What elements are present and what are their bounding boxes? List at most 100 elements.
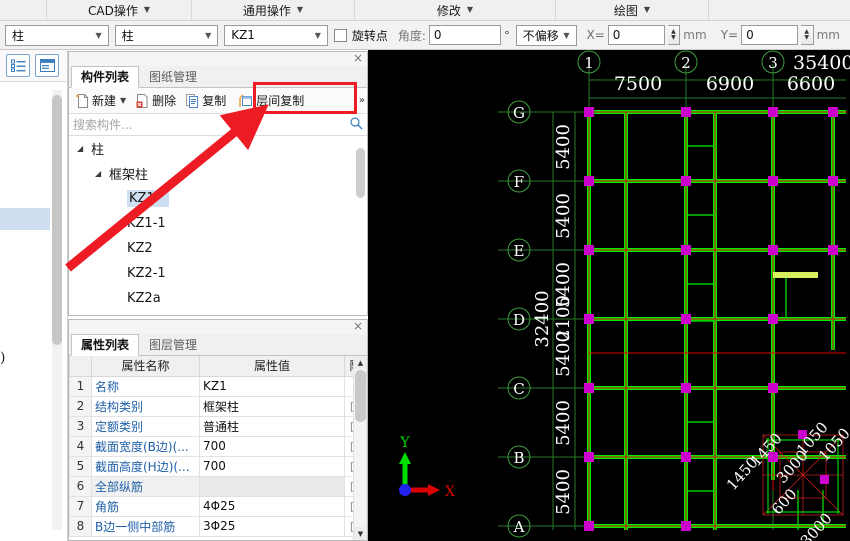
dim-text-h: 6600 bbox=[787, 73, 835, 95]
row-index: 6 bbox=[69, 475, 92, 497]
y-offset-spinner[interactable]: ▲ ▼ bbox=[800, 25, 814, 45]
row-property-name: 定额类别 bbox=[91, 415, 200, 437]
layer-copy-button[interactable]: 层间复制 bbox=[235, 90, 308, 112]
table-view-icon[interactable] bbox=[35, 54, 59, 77]
ribbon-tab-modify[interactable]: 修改 ▼ bbox=[355, 0, 555, 21]
tree-node-kz2-1[interactable]: KZ2-1 bbox=[69, 261, 367, 286]
tree-node-kz2a[interactable]: KZ2a bbox=[69, 286, 367, 311]
chevron-down-icon: ▼ bbox=[314, 30, 321, 40]
grid-label-h: 1 bbox=[584, 54, 594, 72]
layer-copy-icon bbox=[239, 94, 253, 108]
row-property-value[interactable]: 4Φ25 bbox=[199, 495, 345, 517]
tree-node-kz1[interactable]: KZ1 bbox=[69, 186, 367, 211]
x-offset-spinner[interactable]: ▲ ▼ bbox=[667, 25, 681, 45]
row-property-value[interactable]: 普通柱 bbox=[199, 415, 345, 437]
grid-label-v: E bbox=[514, 242, 525, 260]
table-row[interactable]: 6 全部纵筋 □ bbox=[69, 475, 367, 497]
table-row[interactable]: 7 角筋 4Φ25 □ bbox=[69, 495, 367, 517]
cad-drawing-canvas[interactable]: 1 2 3 7500 6900 6600 35400 G F E D C B A… bbox=[368, 50, 850, 541]
new-component-button[interactable]: 新建 ▼ bbox=[72, 90, 130, 112]
tab-drawing-management[interactable]: 图纸管理 bbox=[139, 66, 207, 88]
ribbon-tab-cad-operations[interactable]: CAD操作 ▼ bbox=[47, 0, 191, 21]
close-icon[interactable]: × bbox=[353, 51, 363, 65]
type-combo[interactable]: 柱 ▼ bbox=[114, 24, 219, 46]
highlighted-beam bbox=[773, 272, 818, 278]
category-combo[interactable]: 柱 ▼ bbox=[5, 24, 109, 46]
list-view-icon[interactable] bbox=[6, 54, 30, 77]
copy-icon bbox=[186, 93, 199, 108]
ribbon-tab-label: CAD操作 bbox=[88, 3, 138, 18]
row-property-value[interactable]: 700 bbox=[199, 455, 345, 477]
chevron-down-icon: ▼ bbox=[466, 5, 474, 14]
dim-text-v: 5400 bbox=[553, 331, 574, 377]
ribbon-tab-draw[interactable]: 绘图 ▼ bbox=[556, 0, 708, 21]
row-property-value[interactable] bbox=[199, 475, 345, 497]
col-property-value: 属性值 bbox=[199, 356, 345, 377]
ribbon-tab-label: 通用操作 bbox=[242, 3, 291, 18]
tree-node-kz2[interactable]: KZ2 bbox=[69, 236, 367, 261]
tree-node-label: 框架柱 bbox=[109, 168, 149, 183]
tab-label: 属性列表 bbox=[81, 338, 130, 352]
tree-node-kz3[interactable]: KZ3 bbox=[69, 311, 367, 314]
type-combo-value: 柱 bbox=[121, 28, 134, 43]
scroll-up-icon[interactable]: ▲ bbox=[354, 356, 367, 369]
property-list-panel: × 属性列表 图层管理 属性名称 属性值 附 1 名 bbox=[68, 319, 368, 541]
table-row[interactable]: 8 B边一侧中部筋 3Φ25 □ bbox=[69, 515, 367, 537]
expand-arrow-icon[interactable]: ◢ bbox=[95, 169, 106, 178]
x-offset-value: 0 bbox=[612, 28, 621, 42]
layer-copy-label: 层间复制 bbox=[256, 94, 305, 108]
row-property-name: B边一侧中部筋 bbox=[91, 515, 200, 537]
row-property-name: 角筋 bbox=[91, 495, 200, 517]
table-row[interactable]: 5 截面高度(H边)(... 700 □ bbox=[69, 455, 367, 477]
row-index: 3 bbox=[69, 415, 92, 437]
scroll-down-icon[interactable]: ▼ bbox=[354, 527, 367, 540]
copy-component-button[interactable]: 复制 bbox=[182, 90, 230, 112]
member-combo[interactable]: KZ1 ▼ bbox=[224, 24, 328, 46]
chevron-down-icon: ▼ bbox=[143, 5, 150, 14]
ribbon-tab-label: 修改 bbox=[436, 3, 461, 18]
row-property-value[interactable]: KZ1 bbox=[199, 375, 345, 397]
tab-layer-management[interactable]: 图层管理 bbox=[139, 334, 207, 356]
rotate-point-checkbox-wrap[interactable]: 旋转点 bbox=[333, 27, 388, 44]
chevron-down-icon: ▼ bbox=[563, 30, 570, 40]
tab-component-list[interactable]: 构件列表 bbox=[71, 66, 140, 88]
angle-value: 0 bbox=[433, 28, 442, 42]
delete-component-button[interactable]: 删除 bbox=[132, 90, 180, 112]
property-scrollbar-track[interactable]: ▲ ▼ bbox=[353, 356, 367, 540]
close-icon[interactable]: × bbox=[353, 319, 363, 333]
rotate-point-checkbox[interactable] bbox=[333, 28, 347, 42]
row-property-name: 截面高度(H边)(... bbox=[91, 455, 200, 477]
tree-node-label: 柱 bbox=[91, 143, 105, 158]
tree-scrollbar-thumb[interactable] bbox=[356, 148, 365, 198]
dim-text-v: 5400 bbox=[553, 469, 574, 515]
tab-property-list[interactable]: 属性列表 bbox=[71, 334, 140, 356]
ribbon-tab-strip: CAD操作 ▼ 通用操作 ▼ 修改 ▼ 绘图 ▼ bbox=[0, 0, 850, 21]
tree-node-kz1-1[interactable]: KZ1-1 bbox=[69, 211, 367, 236]
offset-combo[interactable]: 不偏移 ▼ bbox=[515, 24, 577, 46]
search-input[interactable]: 搜索构件... bbox=[73, 116, 350, 133]
x-offset-input[interactable]: 0 bbox=[607, 25, 665, 45]
table-row[interactable]: 2 结构类别 框架柱 □ bbox=[69, 395, 367, 417]
row-property-value[interactable]: 框架柱 bbox=[199, 395, 345, 417]
chevron-down-icon[interactable]: ▼ bbox=[120, 96, 126, 105]
angle-input[interactable]: 0 bbox=[428, 25, 502, 45]
search-icon[interactable] bbox=[350, 116, 363, 133]
row-property-value[interactable]: 700 bbox=[199, 435, 345, 457]
search-component-box[interactable]: 搜索构件... bbox=[69, 114, 367, 136]
table-row[interactable]: 4 截面宽度(B边)(... 700 □ bbox=[69, 435, 367, 457]
table-row[interactable]: 3 定额类别 普通柱 □ bbox=[69, 415, 367, 437]
property-scrollbar-thumb[interactable] bbox=[355, 370, 366, 422]
expand-arrow-icon[interactable]: ◢ bbox=[77, 144, 88, 153]
background-scrollbar-thumb[interactable] bbox=[52, 95, 62, 345]
toolbar-overflow-icon[interactable]: » bbox=[359, 95, 365, 106]
tree-node-column[interactable]: ◢ 柱 bbox=[69, 136, 367, 161]
tree-node-frame-column[interactable]: ◢ 框架柱 bbox=[69, 161, 367, 186]
grid-label-v: G bbox=[513, 104, 525, 122]
component-panel-titlebar: × bbox=[69, 51, 367, 66]
degree-symbol: ° bbox=[504, 28, 510, 42]
application-window: CAD操作 ▼ 通用操作 ▼ 修改 ▼ 绘图 ▼ 柱 ▼ 柱 ▼ KZ1 ▼ 旋… bbox=[0, 0, 850, 541]
row-property-value[interactable]: 3Φ25 bbox=[199, 515, 345, 537]
table-row[interactable]: 1 名称 KZ1 bbox=[69, 375, 367, 397]
ribbon-tab-general-operations[interactable]: 通用操作 ▼ bbox=[192, 0, 354, 21]
y-offset-input[interactable]: 0 bbox=[741, 25, 798, 45]
